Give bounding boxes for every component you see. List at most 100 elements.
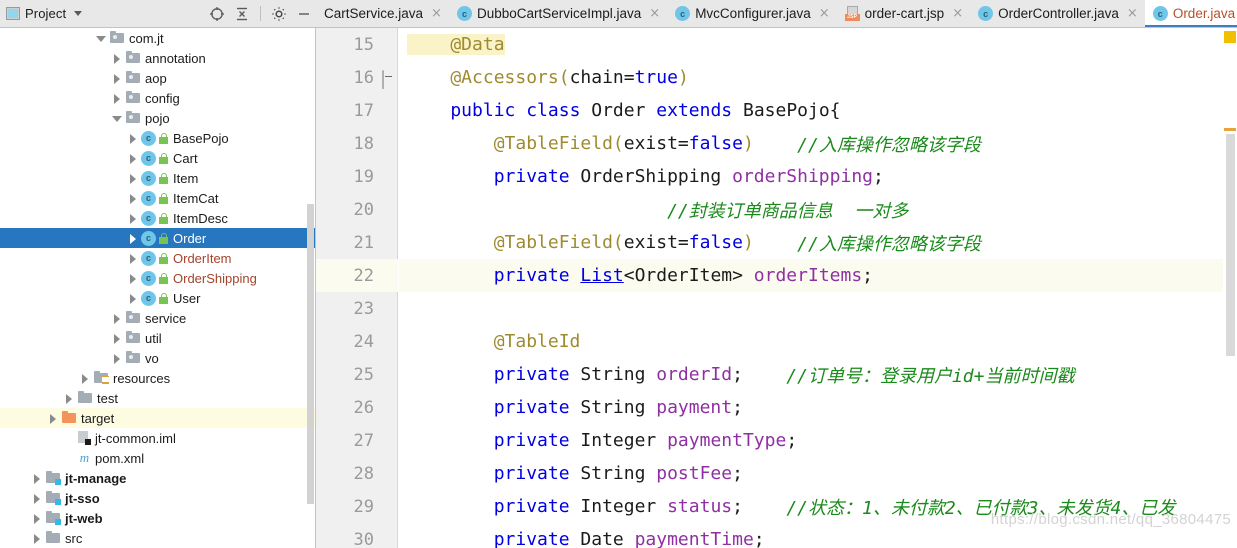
chevron-right-icon[interactable] [80,373,91,384]
code-editor[interactable]: 15 @Data 16 @Accessors(chain= true) 17 publ… [316,28,1237,548]
tree-item-service[interactable]: service [0,308,315,328]
editor-tab-order-java[interactable]: cOrder.java× [1144,0,1237,27]
tree-item-vo[interactable]: vo [0,348,315,368]
tree-item-orderitem[interactable]: c OrderItem [0,248,315,268]
tree-item-src[interactable]: src [0,528,315,548]
code-line[interactable]: 29 private Integer status; //状态：1、未付款2、已… [316,490,1237,523]
chevron-right-icon[interactable] [128,193,139,204]
code-line[interactable]: 21 @TableField(exist= false) //入库操作忽略该字段 [316,226,1237,259]
chevron-right-icon[interactable] [128,293,139,304]
close-icon[interactable]: × [649,7,660,20]
chevron-right-icon[interactable] [112,313,123,324]
tree-item-user[interactable]: c User [0,288,315,308]
close-icon[interactable]: × [952,7,963,20]
chevron-down-icon[interactable] [112,113,123,124]
tree-item-jt-common-iml[interactable]: jt-common.iml [0,428,315,448]
main-area: com.jt annotation aop config pojo c BasePojo c C… [0,28,1237,548]
tree-item-target[interactable]: target [0,408,315,428]
code-line[interactable]: 25 private String orderId; //订单号：登录用户id+… [316,358,1237,391]
project-panel-title-group[interactable]: Project [6,6,83,21]
code-line[interactable]: 24 @TableId [316,325,1237,358]
code-token: ; [732,397,743,418]
code-line[interactable]: 26 private String payment; [316,391,1237,424]
editor-tab-dubbocartserviceimpl-java[interactable]: c DubboCartServiceImpl.java × [449,0,667,27]
chevron-right-icon[interactable] [112,53,123,64]
chevron-right-icon[interactable] [128,213,139,224]
editor-tab-order-cart-jsp[interactable]: JSP order-cart.jsp × [837,0,970,27]
chevron-right-icon[interactable] [128,253,139,264]
chevron-right-icon[interactable] [32,533,43,544]
tree-item-config[interactable]: config [0,88,315,108]
inspection-status-marker[interactable] [1224,31,1236,43]
tree-item-aop[interactable]: aop [0,68,315,88]
code-line[interactable]: 23 [316,292,1237,325]
code-token: ) [742,232,754,253]
locate-target-icon[interactable] [209,6,225,22]
gear-icon[interactable] [271,6,287,22]
chevron-right-icon[interactable] [112,333,123,344]
chevron-down-icon[interactable] [74,11,83,16]
code-line[interactable]: 16 @Accessors(chain= true) [316,61,1237,94]
code-line[interactable]: 17 public class Order extends BasePojo{ [316,94,1237,127]
chevron-right-icon[interactable] [128,133,139,144]
code-line-text: private Date paymentTime; [407,523,765,548]
tree-item-jt-sso[interactable]: jt-sso [0,488,315,508]
close-icon[interactable]: × [431,7,442,20]
code-line[interactable]: 15 @Data [316,28,1237,61]
tree-item-itemdesc[interactable]: c ItemDesc [0,208,315,228]
project-tree[interactable]: com.jt annotation aop config pojo c BasePojo c C… [0,28,316,548]
tree-item-item[interactable]: c Item [0,168,315,188]
chevron-right-icon[interactable] [112,93,123,104]
chevron-right-icon[interactable] [48,413,59,424]
code-token: BasePojo{ [742,100,841,121]
change-marker[interactable] [1224,128,1236,131]
tree-item-label: service [145,310,187,326]
tree-item-test[interactable]: test [0,388,315,408]
tree-item-pom-xml[interactable]: m pom.xml [0,448,315,468]
chevron-right-icon[interactable] [112,73,123,84]
tree-item-com-jt[interactable]: com.jt [0,28,315,48]
chevron-right-icon[interactable] [112,353,123,364]
code-line[interactable]: 28 private String postFee; [316,457,1237,490]
chevron-right-icon[interactable] [32,473,43,484]
tree-item-pojo[interactable]: pojo [0,108,315,128]
close-icon[interactable]: × [819,7,830,20]
editor-tab-ordercontroller-java[interactable]: c OrderController.java × [970,0,1145,27]
editor-scrollbar-thumb[interactable] [1226,134,1235,356]
chevron-right-icon[interactable] [32,513,43,524]
chevron-down-icon[interactable] [96,33,107,44]
collapse-all-icon[interactable] [234,6,250,22]
close-icon[interactable]: × [1127,7,1138,20]
code-line[interactable]: 19 private OrderShipping orderShipping; [316,160,1237,193]
tree-scrollbar[interactable] [307,204,314,504]
chevron-right-icon[interactable] [128,173,139,184]
tree-item-itemcat[interactable]: c ItemCat [0,188,315,208]
chevron-right-icon[interactable] [128,233,139,244]
chevron-right-icon[interactable] [32,493,43,504]
tree-item-annotation[interactable]: annotation [0,48,315,68]
tree-item-basepojo[interactable]: c BasePojo [0,128,315,148]
code-line[interactable]: 27 private Integer paymentType; [316,424,1237,457]
code-line[interactable]: 20 //封装订单商品信息 一对多 [316,193,1237,226]
minimize-icon[interactable] [296,6,312,22]
tree-item-jt-manage[interactable]: jt-manage [0,468,315,488]
tree-item-order[interactable]: c Order [0,228,315,248]
chevron-right-icon[interactable] [128,273,139,284]
tree-item-ordershipping[interactable]: c OrderShipping [0,268,315,288]
chevron-right-icon[interactable] [64,393,75,404]
tree-item-jt-web[interactable]: jt-web [0,508,315,528]
editor-marker-strip[interactable] [1223,28,1237,548]
chevron-right-icon[interactable] [128,153,139,164]
tree-item-util[interactable]: util [0,328,315,348]
tree-item-cart[interactable]: c Cart [0,148,315,168]
editor-tab-mvcconfigurer-java[interactable]: c MvcConfigurer.java × [667,0,836,27]
code-token: //状态：1、未付款2、已付款3、未发货4、已发 [742,497,1176,519]
code-line[interactable]: 30 private Date paymentTime; [316,523,1237,548]
editor-tab-cartservice-java[interactable]: CartService.java × [316,0,449,27]
tree-item-resources[interactable]: resources [0,368,315,388]
line-number: 19 [353,166,374,187]
code-fold-marker[interactable] [382,70,395,89]
code-line[interactable]: 22 private List <OrderItem> orderItems; [316,259,1237,292]
code-line[interactable]: 18 @TableField(exist= false) //入库操作忽略该字段 [316,127,1237,160]
editor-code-area[interactable]: 15 @Data 16 @Accessors(chain= true) 17 publ… [316,28,1237,548]
